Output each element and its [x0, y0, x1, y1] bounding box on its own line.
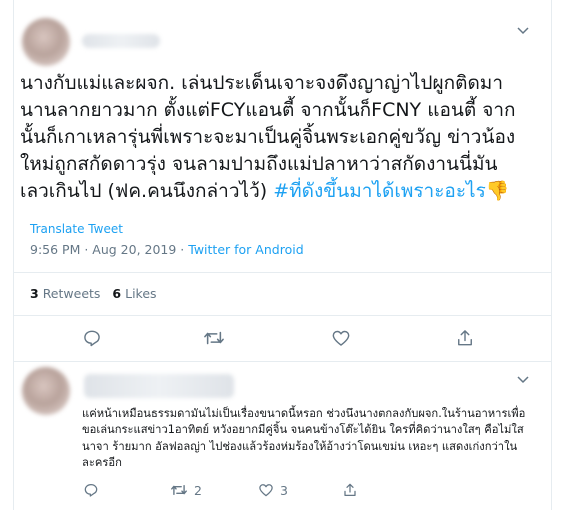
tweet-text-line: นั้นก็เกาเหลารุ่นพี่เพราะจะมาเป็นคู่จิ้น…: [20, 126, 516, 148]
reply-share-button[interactable]: [342, 482, 358, 498]
reply-like-button[interactable]: 3: [258, 482, 288, 498]
tweet-text: นางกับแม่และผจก. เล่นประเด็นเจาะจงดึงญาญ…: [20, 70, 536, 205]
tweet-metadata: 9:56 PM · Aug 20, 2019 · Twitter for And…: [30, 242, 304, 257]
retweet-button[interactable]: [203, 328, 225, 348]
engagement-stats: 3 Retweets 6 Likes: [30, 286, 157, 301]
reply-retweet-button[interactable]: 2: [170, 482, 202, 498]
like-icon: [259, 484, 273, 497]
tweet-text-line: นางกับแม่และผจก. เล่นประเด็นเจาะจงดึงญาญ…: [20, 72, 503, 94]
reply-author-avatar[interactable]: [22, 367, 70, 415]
chevron-down-icon: [517, 376, 529, 384]
tweet-text-line: นานลากยาวมาก ตั้งแต่FCYแอนตี้ จากนั้นก็F…: [20, 99, 516, 121]
reply-icon: [84, 484, 98, 497]
retweets-label: Retweets: [42, 286, 101, 301]
thumbs-down-emoji: 👎: [485, 180, 510, 202]
reply-button[interactable]: [82, 328, 102, 348]
likes-label: Likes: [125, 286, 157, 301]
reply-like-count: 3: [280, 482, 288, 498]
retweet-icon: [171, 484, 187, 496]
divider: [14, 315, 551, 316]
share-icon: [344, 483, 356, 496]
tweet-timestamp[interactable]: 9:56 PM · Aug 20, 2019 ·: [30, 242, 188, 257]
author-name[interactable]: [82, 34, 160, 48]
share-button[interactable]: [455, 328, 475, 348]
likes-stat[interactable]: 6 Likes: [112, 286, 156, 301]
retweets-stat[interactable]: 3 Retweets: [30, 286, 100, 301]
tweet-text-line: เลวเกินไป (ฟค.คนนึงกล่าวไว้) #ที่ดังขึ้น…: [20, 178, 536, 205]
hashtag-link[interactable]: #ที่ดังขึ้นมาได้เพราะอะไร: [273, 180, 486, 202]
divider: [14, 272, 551, 273]
retweets-count: 3: [30, 286, 39, 301]
translate-tweet-link[interactable]: Translate Tweet: [30, 222, 123, 236]
chevron-down-icon: [517, 27, 529, 35]
reply-author-name[interactable]: [84, 374, 234, 398]
divider: [14, 361, 551, 362]
tweet-source[interactable]: Twitter for Android: [188, 242, 303, 257]
reply-reply-button[interactable]: [83, 482, 99, 498]
like-button[interactable]: [331, 328, 351, 348]
reply-retweet-count: 2: [194, 482, 202, 498]
author-avatar[interactable]: [22, 18, 70, 66]
tweet-menu-chevron[interactable]: [515, 22, 531, 38]
retweet-icon: [204, 331, 224, 345]
tweet-text-line: ใหม่ถูกสกัดดาวรุ่ง จนลามปามถึงแม่ปลาหาว่…: [20, 153, 498, 175]
tweet-text-line-tail: เลวเกินไป (ฟค.คนนึงกล่าวไว้): [20, 180, 274, 202]
like-icon: [332, 330, 350, 346]
share-icon: [458, 330, 472, 346]
reply-tweet-text: แค่หน้าเหมือนธรรมดามันไม่เป็นเรื่องขนาดน…: [82, 407, 526, 470]
likes-count: 6: [112, 286, 122, 301]
reply-icon: [84, 330, 100, 347]
reply-menu-chevron[interactable]: [515, 371, 531, 387]
